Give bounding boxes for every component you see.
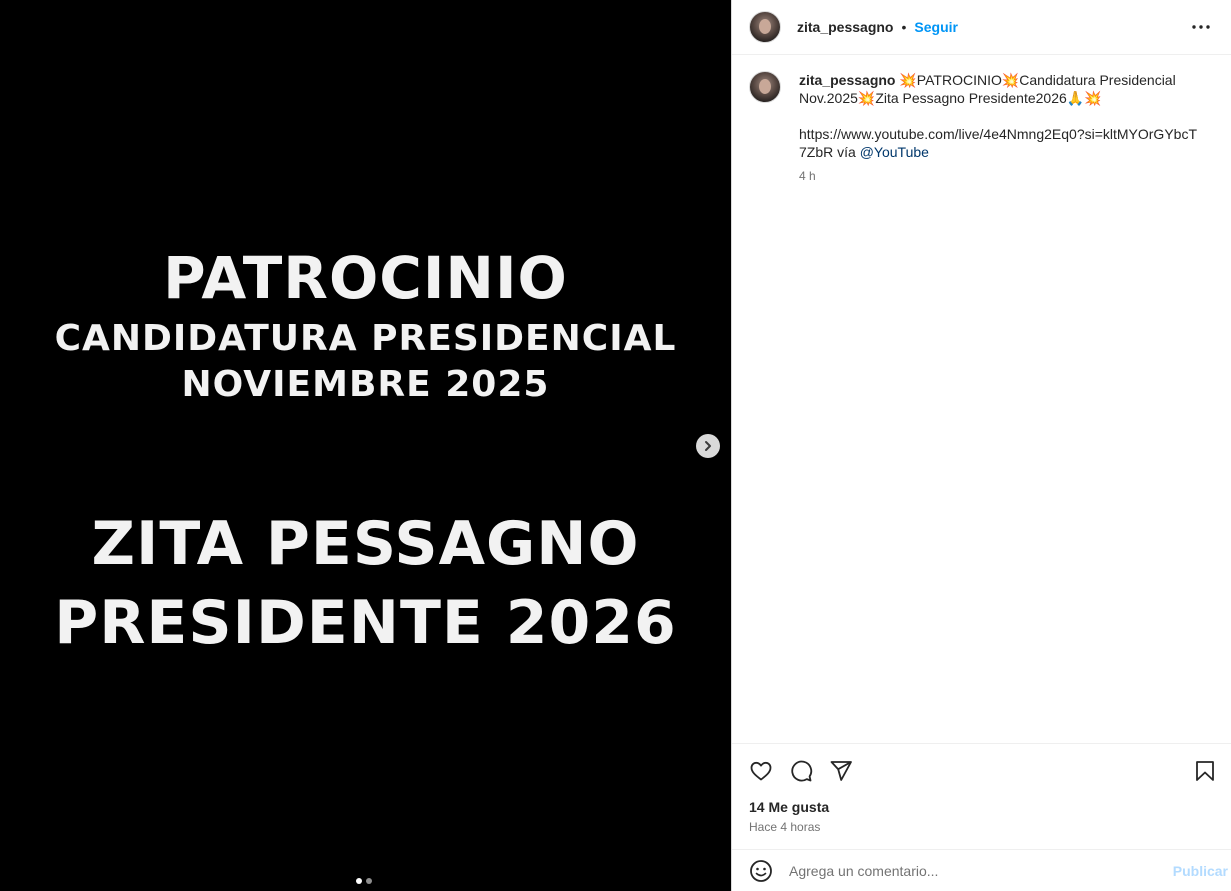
send-icon — [830, 761, 852, 781]
heart-icon — [750, 761, 772, 781]
more-horizontal-icon — [1192, 25, 1210, 29]
share-button[interactable] — [828, 758, 854, 784]
slide-line-5: PRESIDENTE 2026 — [54, 588, 677, 658]
bookmark-icon — [1196, 761, 1214, 781]
post-sidebar: zita_pessagno • Seguir zita_pessagno 💥PA… — [731, 0, 1231, 891]
comment-icon — [791, 760, 813, 782]
caption: zita_pessagno 💥PATROCINIO💥Candidatura Pr… — [749, 71, 1209, 185]
caption-time[interactable]: 4 h — [799, 167, 1199, 185]
likes-count[interactable]: 14 Me gusta — [749, 799, 829, 815]
caption-avatar[interactable] — [749, 71, 781, 103]
comment-button[interactable] — [788, 758, 814, 784]
header-separator: • — [901, 19, 907, 35]
more-options-button[interactable] — [1189, 15, 1213, 39]
slide-line-3: NOVIEMBRE 2025 — [181, 364, 550, 405]
caption-username[interactable]: zita_pessagno — [799, 72, 895, 88]
publish-button[interactable]: Publicar — [1173, 863, 1228, 879]
next-slide-button[interactable] — [696, 434, 720, 458]
header-username[interactable]: zita_pessagno — [797, 19, 893, 35]
comment-bar: Publicar — [732, 849, 1231, 891]
post-media: PATROCINIO CANDIDATURA PRESIDENCIAL NOVI… — [0, 0, 731, 891]
post-actions: 14 Me gusta Hace 4 horas — [732, 743, 1231, 834]
slide-line-1: PATROCINIO — [163, 244, 568, 312]
like-button[interactable] — [748, 758, 774, 784]
slide-indicator — [356, 878, 372, 884]
slide-dot — [366, 878, 372, 884]
emoji-icon — [750, 859, 772, 882]
action-icons — [748, 758, 1218, 784]
post-timestamp[interactable]: Hace 4 horas — [749, 820, 820, 834]
post-header: zita_pessagno • Seguir — [732, 0, 1231, 55]
caption-via: vía — [837, 144, 856, 160]
emoji-button[interactable] — [749, 859, 773, 883]
avatar[interactable] — [749, 11, 781, 43]
follow-button[interactable]: Seguir — [914, 19, 958, 35]
slide-line-4: ZITA PESSAGNO — [91, 509, 640, 579]
slide-dot-active — [356, 878, 362, 884]
slide-line-2: CANDIDATURA PRESIDENCIAL — [54, 318, 677, 359]
caption-body: zita_pessagno 💥PATROCINIO💥Candidatura Pr… — [799, 71, 1199, 185]
save-button[interactable] — [1192, 758, 1218, 784]
caption-mention[interactable]: @YouTube — [860, 144, 929, 160]
caption-link: https://www.youtube.com/live/4e4Nmng2Eq0… — [799, 126, 1198, 160]
comments-section: zita_pessagno 💥PATROCINIO💥Candidatura Pr… — [732, 55, 1231, 743]
chevron-right-icon — [705, 441, 711, 451]
comment-input[interactable] — [789, 862, 1149, 879]
